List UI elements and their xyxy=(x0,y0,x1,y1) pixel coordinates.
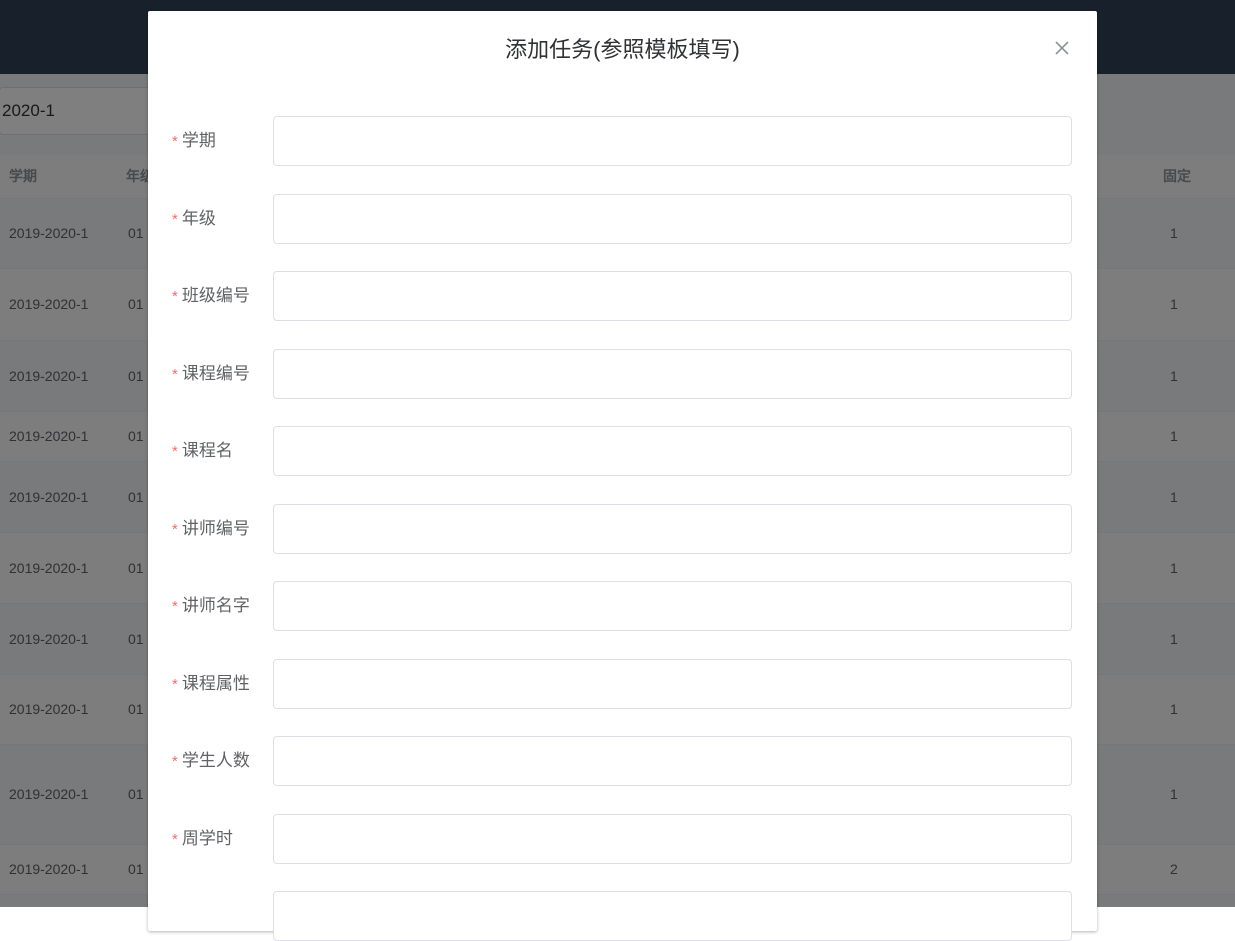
required-asterisk: * xyxy=(172,443,178,460)
form-input[interactable] xyxy=(273,349,1072,399)
form-input[interactable] xyxy=(273,659,1072,709)
form-label-text: 班级编号 xyxy=(181,286,250,305)
required-asterisk: * xyxy=(172,676,178,693)
form-item: * 学期 xyxy=(148,116,1097,166)
form-item: * 班级编号 xyxy=(148,271,1097,321)
close-icon xyxy=(1055,41,1069,55)
form-label-text: 周学时 xyxy=(181,829,233,848)
required-asterisk: * xyxy=(172,831,178,848)
close-button[interactable] xyxy=(1051,37,1073,59)
required-asterisk: * xyxy=(172,211,178,228)
form-label-text: 讲师名字 xyxy=(181,596,250,615)
form-input[interactable] xyxy=(273,116,1072,166)
form-input[interactable] xyxy=(273,271,1072,321)
required-asterisk: * xyxy=(172,366,178,383)
form-input[interactable] xyxy=(273,426,1072,476)
form-item: * 课程编号 xyxy=(148,349,1097,399)
form-input[interactable] xyxy=(273,581,1072,631)
required-asterisk: * xyxy=(172,288,178,305)
form-label: * 周学时 xyxy=(172,814,233,864)
form-label: * 讲师名字 xyxy=(172,581,250,631)
form-label-text: 课程编号 xyxy=(181,364,250,383)
required-asterisk: * xyxy=(172,521,178,538)
form-label-text: 年级 xyxy=(181,209,216,228)
form-input[interactable] xyxy=(273,814,1072,864)
form-label-text: 课程属性 xyxy=(181,674,250,693)
form-item: * 讲师编号 xyxy=(148,504,1097,554)
form-item: * 周学时 xyxy=(148,814,1097,864)
form-input[interactable] xyxy=(273,736,1072,786)
form-item: * 课程名 xyxy=(148,426,1097,476)
form-label-text: 课程名 xyxy=(181,441,233,460)
form-label: * 年级 xyxy=(172,194,216,244)
form-label-text: 讲师编号 xyxy=(181,519,250,538)
form-label-text: 学期 xyxy=(181,131,216,150)
form-label: * 讲师编号 xyxy=(172,504,250,554)
form-input[interactable] xyxy=(273,504,1072,554)
add-task-dialog: 添加任务(参照模板填写) * 学期 * 年级 * 班级编号 * 课程编号 * 课程名 * 讲师编号 * 讲… xyxy=(148,11,1097,941)
form-item: * 年级 xyxy=(148,194,1097,244)
required-asterisk: * xyxy=(172,598,178,615)
form-label: * 学生人数 xyxy=(172,736,250,786)
form-label-text: 学生人数 xyxy=(181,751,250,770)
form-label: * 学期 xyxy=(172,116,216,166)
form-label: * 课程编号 xyxy=(172,349,250,399)
form-item: * 课程属性 xyxy=(148,659,1097,709)
form-item-partial xyxy=(148,891,1097,941)
dialog-title: 添加任务(参照模板填写) xyxy=(505,37,740,62)
form-item: * 讲师名字 xyxy=(148,581,1097,631)
form-label: * 班级编号 xyxy=(172,271,250,321)
form-item: * 学生人数 xyxy=(148,736,1097,786)
required-asterisk: * xyxy=(172,133,178,150)
form-label: * 课程名 xyxy=(172,426,233,476)
required-asterisk: * xyxy=(172,753,178,770)
form-input[interactable] xyxy=(273,194,1072,244)
form-input[interactable] xyxy=(273,891,1072,941)
form-label: * 课程属性 xyxy=(172,659,250,709)
